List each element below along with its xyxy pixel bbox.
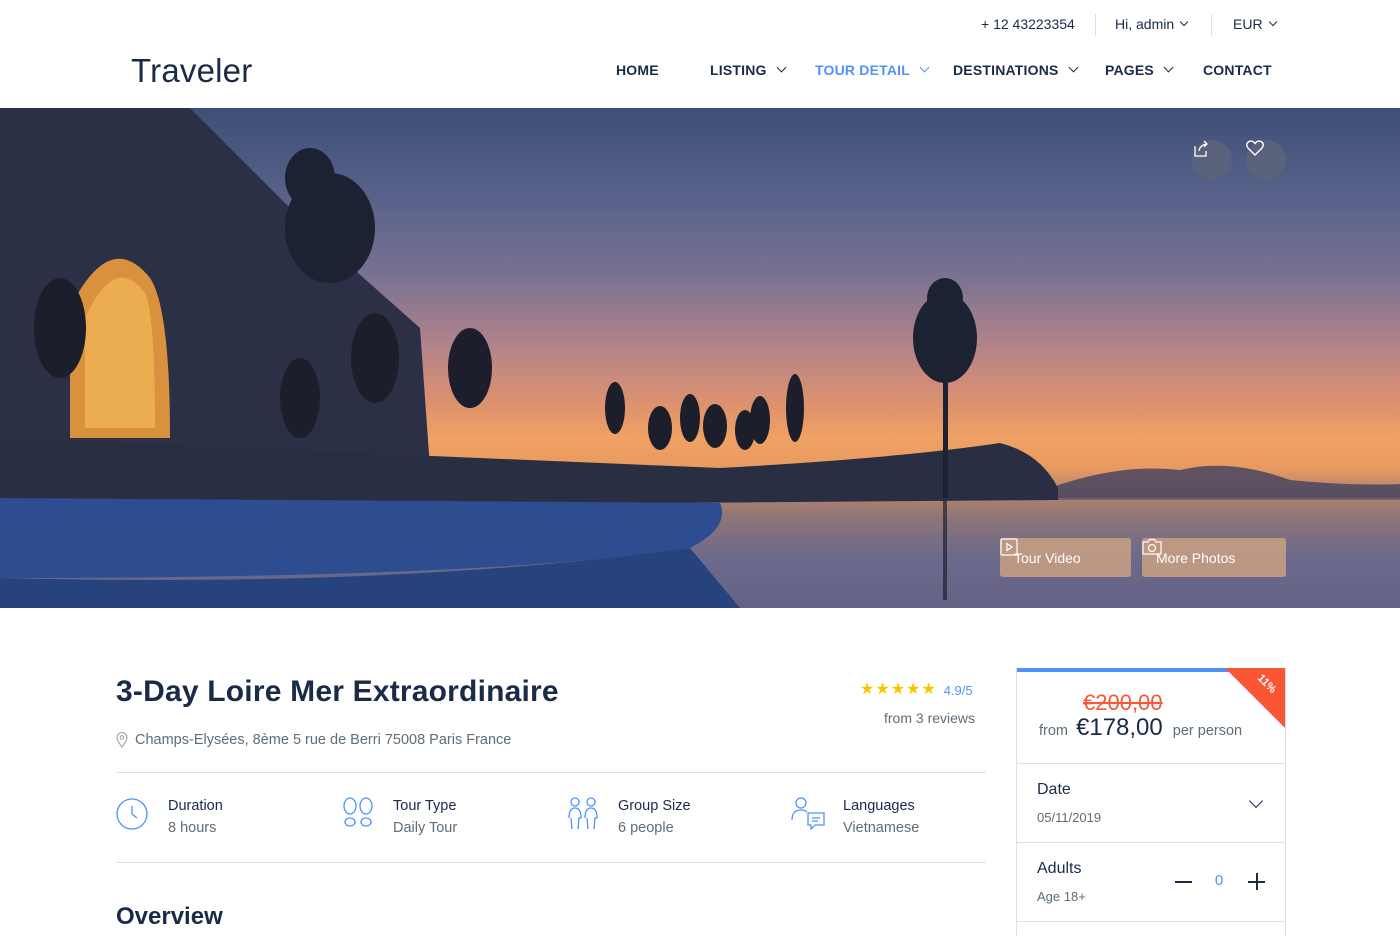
user-menu-label: Hi, admin <box>1115 16 1175 32</box>
divider <box>1017 921 1285 922</box>
old-price: €200,00 <box>1083 690 1163 715</box>
nav-destinations[interactable]: DESTINATIONS <box>953 62 1079 78</box>
fact-label: Languages <box>843 798 915 814</box>
nav-listing-label: LISTING <box>710 62 767 78</box>
adults-count: 0 <box>1214 872 1224 889</box>
star-icon: ★ <box>875 681 890 698</box>
tour-address: Champs-Elysées, 8ème 5 rue de Berri 7500… <box>116 732 511 748</box>
chevron-down-icon <box>1179 17 1189 27</box>
fact-label: Tour Type <box>393 798 457 814</box>
review-count[interactable]: from 3 reviews <box>884 710 975 726</box>
fact-value: 8 hours <box>168 820 217 836</box>
nav-home-label: HOME <box>616 62 659 78</box>
footprints-icon <box>343 797 373 827</box>
chevron-down-icon <box>1248 793 1264 809</box>
rating-score: 4.9/5 <box>943 682 973 698</box>
adults-label: Adults <box>1037 860 1082 877</box>
nav-contact[interactable]: CONTACT <box>1203 62 1272 78</box>
hero-image <box>0 108 1400 608</box>
overview-heading: Overview <box>116 903 223 930</box>
camera-icon <box>1142 538 1162 555</box>
share-button[interactable] <box>1192 140 1232 180</box>
star-icon: ★ <box>921 681 936 698</box>
divider <box>1211 14 1212 36</box>
chevron-down-icon <box>919 62 930 73</box>
nav-contact-label: CONTACT <box>1203 62 1272 78</box>
divider <box>1017 763 1285 764</box>
fact-value: Vietnamese <box>843 820 920 836</box>
fact-label: Group Size <box>618 798 691 814</box>
more-photos-label: More Photos <box>1156 549 1236 566</box>
chevron-down-icon <box>776 62 787 73</box>
share-icon <box>1194 140 1208 157</box>
fact-duration: Duration 8 hours <box>116 796 223 837</box>
tour-title: 3-Day Loire Mer Extraordinaire <box>116 675 559 708</box>
current-price: €178,00 <box>1076 714 1163 741</box>
tour-video-label: Tour Video <box>1014 549 1081 566</box>
nav-destinations-label: DESTINATIONS <box>953 62 1059 78</box>
plus-icon <box>1256 873 1258 890</box>
fact-group-size: Group Size 6 people <box>566 796 691 837</box>
heart-icon <box>1246 140 1264 156</box>
top-bar: + 12 43223354 Hi, admin EUR <box>0 0 1400 50</box>
currency-label: EUR <box>1233 16 1263 32</box>
fact-label: Duration <box>168 798 223 814</box>
price-from-label: from <box>1039 723 1068 739</box>
wishlist-button[interactable] <box>1246 140 1286 180</box>
site-logo[interactable]: Traveler <box>131 52 252 90</box>
fact-tour-type: Tour Type Daily Tour <box>341 796 457 837</box>
phone-number: + 12 43223354 <box>981 16 1075 32</box>
chevron-down-icon <box>1068 62 1079 73</box>
chevron-down-icon <box>1163 62 1174 73</box>
booking-widget: 11% €200,00 from €178,00 per person Date… <box>1016 668 1286 936</box>
adults-sub: Age 18+ <box>1037 889 1086 904</box>
date-value: 05/11/2019 <box>1037 810 1102 825</box>
fact-languages: Languages Vietnamese <box>791 796 919 837</box>
divider <box>116 862 986 863</box>
divider <box>1095 14 1096 36</box>
nav-pages[interactable]: PAGES <box>1105 62 1174 78</box>
rating: ★ ★ ★ ★ ★ 4.9/5 <box>860 682 973 698</box>
location-pin-icon <box>116 732 128 748</box>
tour-video-button[interactable]: Tour Video <box>1000 538 1131 577</box>
star-rating: ★ ★ ★ ★ ★ <box>860 682 936 698</box>
hero-banner: Tour Video More Photos <box>0 108 1400 608</box>
star-icon: ★ <box>890 681 906 698</box>
language-icon <box>791 797 825 830</box>
currency-selector[interactable]: EUR <box>1233 16 1277 32</box>
fact-value: Daily Tour <box>393 820 458 836</box>
user-menu[interactable]: Hi, admin <box>1115 16 1189 32</box>
address-text: Champs-Elysées, 8ème 5 rue de Berri 7500… <box>135 732 512 748</box>
video-icon <box>1000 538 1018 556</box>
fact-value: 6 people <box>618 820 674 836</box>
date-label: Date <box>1037 781 1071 798</box>
nav-home[interactable]: HOME <box>616 62 659 78</box>
group-icon <box>568 797 598 830</box>
divider <box>1017 842 1285 843</box>
nav-pages-label: PAGES <box>1105 62 1154 78</box>
star-icon: ★ <box>860 681 875 698</box>
nav-listing[interactable]: LISTING <box>710 62 787 78</box>
price-unit: per person <box>1172 723 1243 739</box>
divider <box>116 772 986 773</box>
nav-tour-detail[interactable]: TOUR DETAIL <box>815 62 930 78</box>
minus-button[interactable] <box>1175 881 1192 883</box>
chevron-down-icon <box>1268 17 1277 27</box>
clock-icon <box>116 798 148 830</box>
nav-tour-detail-label: TOUR DETAIL <box>815 62 911 78</box>
star-icon: ★ <box>906 681 921 698</box>
price-row: from €178,00 per person <box>1039 714 1242 742</box>
more-photos-button[interactable]: More Photos <box>1142 538 1286 577</box>
